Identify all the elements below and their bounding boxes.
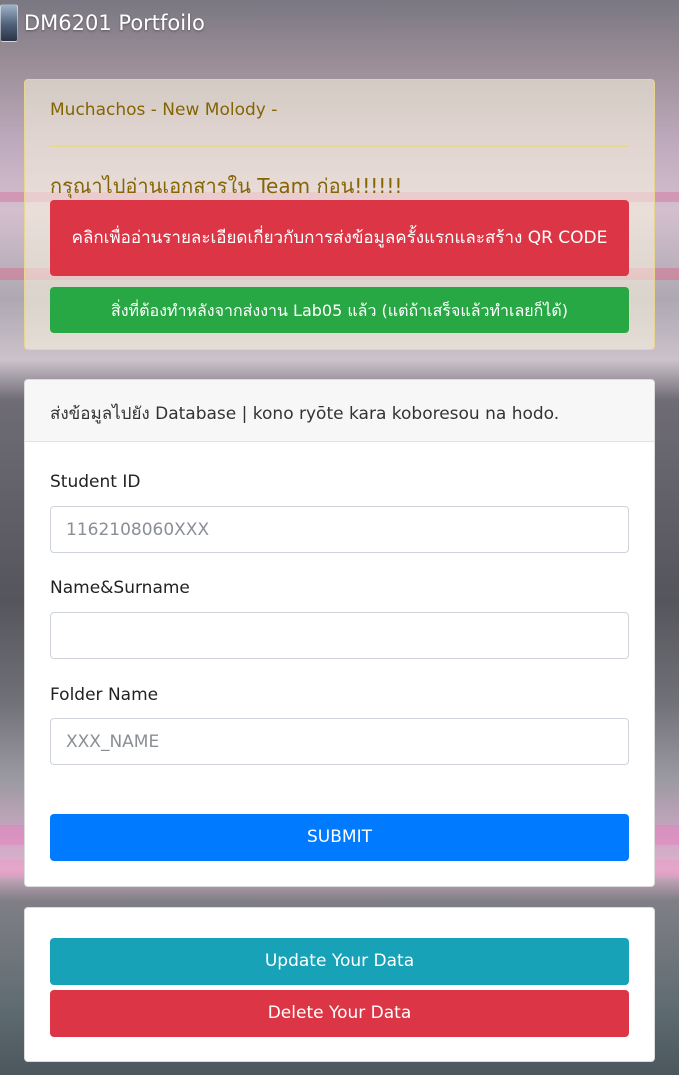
brand-title[interactable]: DM6201 Portfoilo — [24, 11, 205, 35]
name-input[interactable] — [50, 612, 629, 659]
student-id-input[interactable] — [50, 506, 629, 553]
name-label: Name&Surname — [50, 578, 190, 598]
notice-title: กรุณาไปอ่านเอกสารใน Team ก่อน!!!!!! — [50, 174, 403, 198]
first-submit-info-button[interactable]: คลิกเพื่ออ่านรายละเอียดเกี่ยวกับการส่งข้… — [50, 200, 629, 276]
folder-name-label: Folder Name — [50, 685, 159, 705]
student-id-label: Student ID — [50, 472, 141, 492]
after-lab-info-button[interactable]: สิ่งที่ต้องทำหลังจากส่งงาน Lab05 แล้ว (แ… — [50, 287, 629, 333]
top-navbar: DM6201 Portfoilo — [0, 0, 679, 46]
divider — [50, 146, 629, 147]
update-data-button[interactable]: Update Your Data — [50, 938, 629, 985]
avatar[interactable] — [0, 4, 18, 42]
data-actions-card: Update Your Data Delete Your Data — [24, 907, 655, 1062]
delete-data-button[interactable]: Delete Your Data — [50, 990, 629, 1037]
form-header: ส่งข้อมูลไปยัง Database | kono ryōte kar… — [25, 380, 654, 442]
submit-form-card: ส่งข้อมูลไปยัง Database | kono ryōte kar… — [24, 379, 655, 887]
notice-card: Muchachos - New Molody - กรุณาไปอ่านเอกส… — [24, 79, 655, 350]
folder-name-input[interactable] — [50, 718, 629, 765]
submit-button[interactable]: SUBMIT — [50, 814, 629, 861]
form-header-text: ส่งข้อมูลไปยัง Database | kono ryōte kar… — [50, 404, 560, 424]
song-title: Muchachos - New Molody - — [50, 100, 278, 120]
